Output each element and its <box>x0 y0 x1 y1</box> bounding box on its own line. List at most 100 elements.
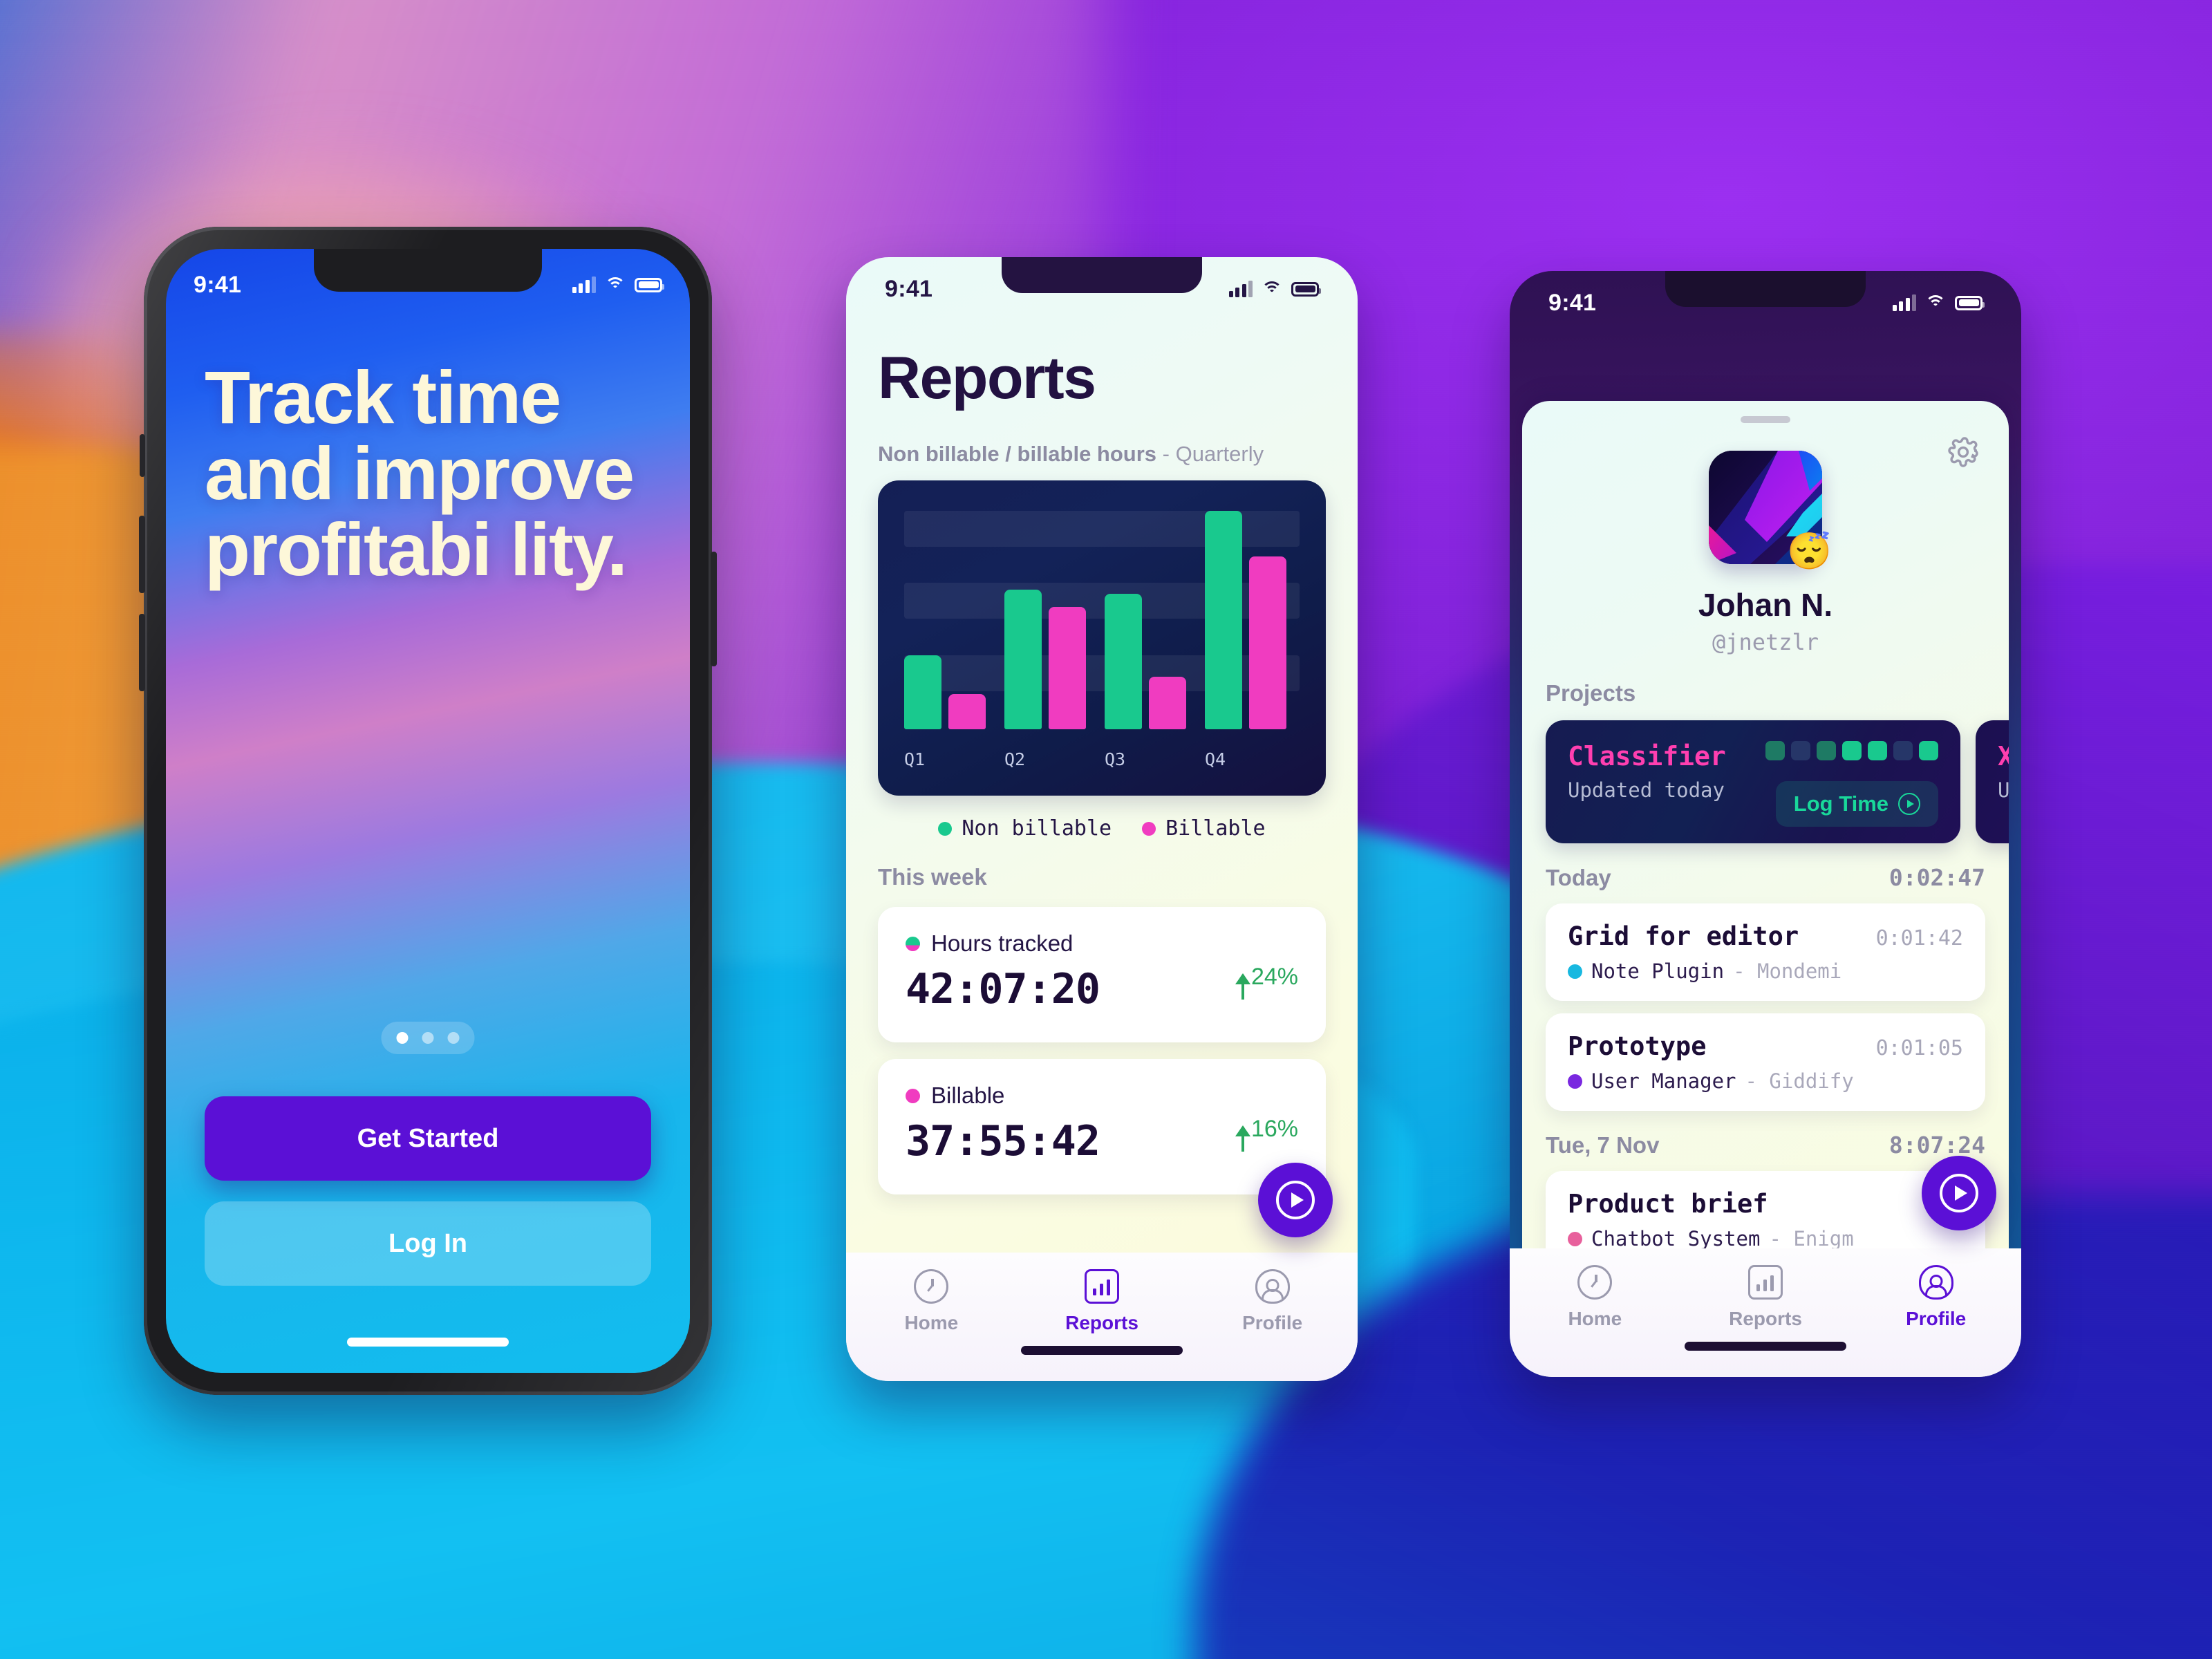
task-meta: Note Plugin - Mondemi <box>1568 959 1963 983</box>
wifi-icon <box>1262 281 1282 297</box>
stat-card-hours-tracked[interactable]: Hours tracked 42:07:20 24% <box>878 907 1326 1042</box>
tab-label-profile: Profile <box>1242 1312 1303 1333</box>
task-name: Prototype <box>1568 1031 1707 1061</box>
projects-carousel[interactable]: Classifier Updated today Log Time Xfe Up… <box>1546 720 2009 843</box>
get-started-button[interactable]: Get Started <box>205 1096 651 1181</box>
clock-icon <box>1577 1265 1613 1300</box>
tab-reports[interactable]: Reports <box>1680 1265 1851 1377</box>
tab-label-profile: Profile <box>1906 1308 1967 1329</box>
chart-tick-q3: Q3 <box>1105 749 1126 769</box>
gear-icon[interactable] <box>1947 435 1980 469</box>
task-client: - Giddify <box>1745 1069 1854 1093</box>
legend-item-billable: Billable <box>1142 816 1266 841</box>
project-card-classifier[interactable]: Classifier Updated today Log Time <box>1546 720 1960 843</box>
status-icons <box>1228 281 1321 297</box>
play-circle-icon <box>1940 1174 1978 1212</box>
task-top: Prototype 0:01:05 <box>1568 1031 1963 1061</box>
stat-label: Hours tracked <box>931 930 1074 956</box>
clock-icon <box>914 1269 949 1304</box>
stat-delta-value: 24% <box>1250 964 1298 990</box>
tab-profile[interactable]: Profile <box>1187 1269 1358 1381</box>
task-name: Product brief <box>1568 1189 1768 1219</box>
tab-profile[interactable]: Profile <box>1850 1265 2021 1377</box>
day-total: 0:02:47 <box>1888 864 1985 891</box>
tab-label-reports: Reports <box>1065 1312 1138 1333</box>
status-emoji-badge: 😴 <box>1787 532 1832 572</box>
profile-sheet: 😴 Johan N. @jnetzlr Projects Classifier … <box>1522 401 2009 1377</box>
power-button[interactable] <box>711 552 717 666</box>
chart-group-q4 <box>1205 511 1305 729</box>
tab-home[interactable]: Home <box>846 1269 1017 1381</box>
task-row[interactable]: Grid for editor 0:01:42 Note Plugin - Mo… <box>1546 903 1985 1001</box>
phone-profile: 9:41 😴 Johan N. @jnetzlr Projects Classi… <box>1510 271 2021 1377</box>
stat-value: 42:07:20 <box>906 965 1100 1013</box>
person-icon <box>1918 1265 1953 1300</box>
pagination-dot-1[interactable] <box>396 1032 409 1044</box>
start-timer-fab[interactable] <box>1922 1156 1996 1230</box>
battery-icon <box>1291 281 1321 297</box>
log-time-button[interactable]: Log Time <box>1775 781 1938 827</box>
home-indicator[interactable] <box>347 1338 509 1347</box>
chart-bar-q1-non-billable <box>904 655 941 729</box>
play-circle-icon <box>1898 793 1920 815</box>
battery-icon <box>1955 295 1985 310</box>
status-time: 9:41 <box>194 271 242 298</box>
task-project: Note Plugin <box>1591 959 1725 983</box>
billable-dot-icon <box>906 1088 920 1103</box>
pagination-dot-3[interactable] <box>447 1032 460 1044</box>
quarterly-bar-chart[interactable]: Q1 Q2 Q3 Q4 <box>878 480 1326 796</box>
projects-heading: Projects <box>1546 680 1636 706</box>
person-icon <box>1255 1269 1290 1304</box>
chart-subtitle-bold: Non billable / billable hours <box>878 442 1157 466</box>
stat-label-row: Billable <box>906 1082 1298 1109</box>
volume-up-button[interactable] <box>139 516 145 593</box>
task-client: - Enigm <box>1769 1227 1854 1250</box>
log-time-label: Log Time <box>1793 791 1888 816</box>
wifi-icon <box>605 276 626 293</box>
task-meta: User Manager - Giddify <box>1568 1069 1963 1093</box>
tab-home[interactable]: Home <box>1510 1265 1680 1377</box>
sheet-grabber[interactable] <box>1741 416 1790 423</box>
project-color-dot <box>1568 964 1582 979</box>
chart-tick-q2: Q2 <box>1004 749 1026 769</box>
day-header-tue: Tue, 7 Nov 8:07:24 <box>1546 1132 1985 1159</box>
status-bar: 9:41 <box>1510 271 2021 335</box>
log-in-button[interactable]: Log In <box>205 1201 651 1286</box>
chart-subtitle-rest: - Quarterly <box>1156 442 1264 466</box>
pagination-dot-2[interactable] <box>422 1032 434 1044</box>
task-project: Chatbot System <box>1591 1227 1761 1250</box>
mute-switch[interactable] <box>140 434 145 477</box>
chart-bar-q1-billable <box>948 694 986 729</box>
avatar-wrap[interactable]: 😴 <box>1709 451 1832 570</box>
stat-value: 37:55:42 <box>906 1117 1100 1165</box>
tab-reports[interactable]: Reports <box>1017 1269 1188 1381</box>
bottom-tab-bar: Home Reports Profile <box>1510 1248 2021 1377</box>
task-client: - Mondemi <box>1733 959 1842 983</box>
split-dot-icon <box>906 936 920 951</box>
task-project: User Manager <box>1591 1069 1736 1093</box>
task-row[interactable]: Prototype 0:01:05 User Manager - Giddify <box>1546 1013 1985 1111</box>
task-top: Grid for editor 0:01:42 <box>1568 921 1963 951</box>
status-bar: 9:41 <box>166 253 690 317</box>
day-header-today: Today 0:02:47 <box>1546 864 1985 891</box>
project-card-xfe[interactable]: Xfe Upda <box>1976 720 2009 843</box>
status-icons <box>572 276 664 293</box>
bottom-tab-bar: Home Reports Profile <box>846 1253 1358 1381</box>
legend-item-non-billable: Non billable <box>938 816 1112 841</box>
home-indicator[interactable] <box>1685 1342 1846 1351</box>
cellular-signal-icon <box>572 276 596 293</box>
phone3-screen: 9:41 😴 Johan N. @jnetzlr Projects Classi… <box>1510 271 2021 1377</box>
project-color-dot <box>1568 1074 1582 1089</box>
legend-swatch-non-billable <box>938 821 953 836</box>
phone2-screen: 9:41 Reports Non billable / billable hou… <box>846 257 1358 1381</box>
bar-chart-icon <box>1748 1265 1783 1300</box>
task-time: 0:01:42 <box>1875 926 1963 950</box>
start-timer-fab[interactable] <box>1258 1163 1333 1237</box>
stat-delta: 24% <box>1235 964 1298 1000</box>
home-indicator[interactable] <box>1021 1346 1183 1355</box>
status-time: 9:41 <box>885 275 933 302</box>
volume-down-button[interactable] <box>139 614 145 691</box>
stat-card-billable[interactable]: Billable 37:55:42 16% <box>878 1059 1326 1194</box>
chart-x-axis: Q1 Q2 Q3 Q4 <box>904 749 1305 769</box>
pagination-dots[interactable] <box>381 1022 475 1054</box>
